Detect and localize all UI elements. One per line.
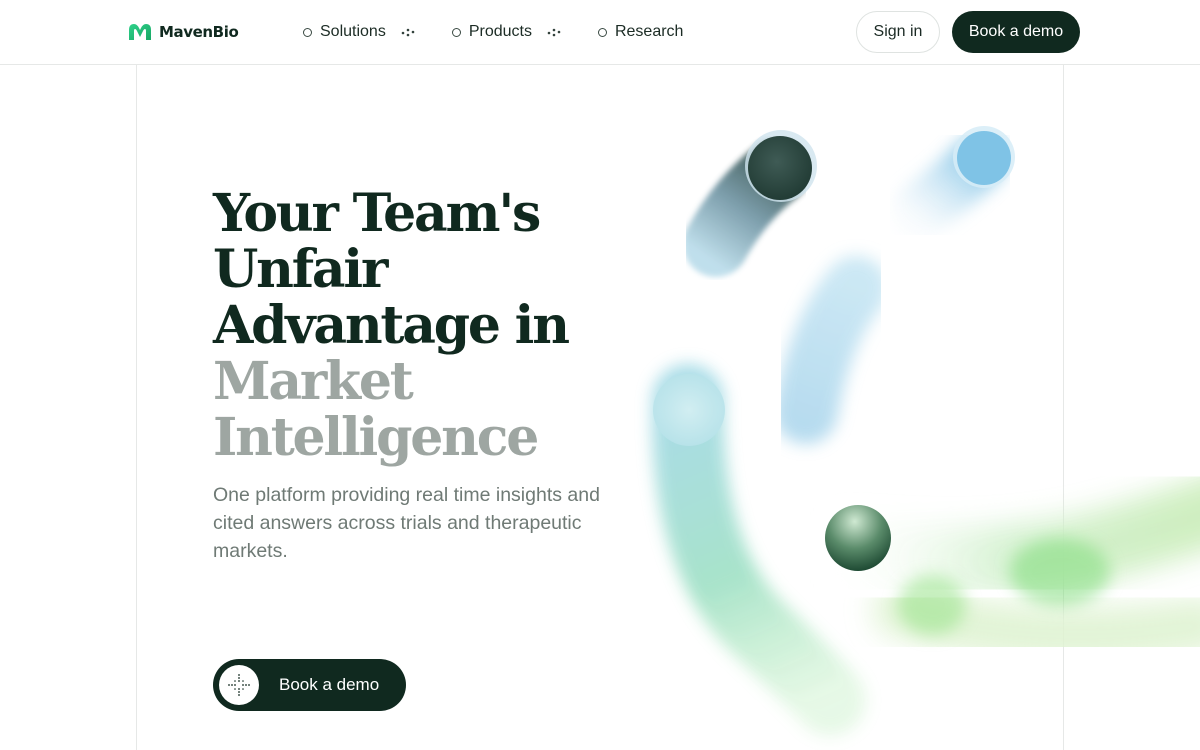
dots-icon [401,28,415,37]
site-header: MavenBio Solutions Products Research Sig… [0,0,1200,65]
decor-ball-blue [957,131,1011,185]
circle-outline-icon [303,27,312,37]
circle-outline-icon [451,27,461,37]
maven-m-icon [129,24,151,40]
logo[interactable]: MavenBio [127,22,239,42]
headline-highlight-line: Intelligence [213,407,539,468]
headline-line: Unfair [213,239,388,300]
nav-item-products[interactable]: Products [451,23,562,41]
decor-stroke-mid [774,256,888,444]
decor-blob-green-right [1010,538,1110,606]
frame-divider-left [136,65,137,750]
hero-subtext: One platform providing real time insight… [213,484,600,562]
nav-item-research[interactable]: Research [597,23,684,41]
headline-line: Your Team's [213,183,541,244]
book-demo-button[interactable]: Book a demo [952,11,1080,53]
logo-text: MavenBio [159,23,239,41]
hero-illustration [651,126,1200,736]
nav-label: Products [468,23,532,40]
circle-outline-icon [597,27,607,37]
headline-line: Advantage in [213,295,570,356]
hero-headline: Your Team's Unfair Advantage in Market I… [213,186,633,466]
decor-blob-green-left [898,575,966,635]
dots-icon [547,28,561,37]
hero-book-demo-button[interactable]: Book a demo [213,659,406,711]
headline-highlight-line: Market [213,351,414,412]
sign-in-button[interactable]: Sign in [856,11,940,53]
cta-label: Book a demo [279,675,380,694]
decor-ball-dark [748,136,812,200]
decor-arc-cap [653,374,725,446]
nav-label: Solutions [320,23,386,40]
nav-item-solutions[interactable]: Solutions [303,23,416,41]
nav-label: Research [614,23,684,40]
main-nav: Solutions Products Research [303,20,719,44]
decor-ball-green [825,505,891,571]
sparkle-dots-icon [219,665,259,705]
